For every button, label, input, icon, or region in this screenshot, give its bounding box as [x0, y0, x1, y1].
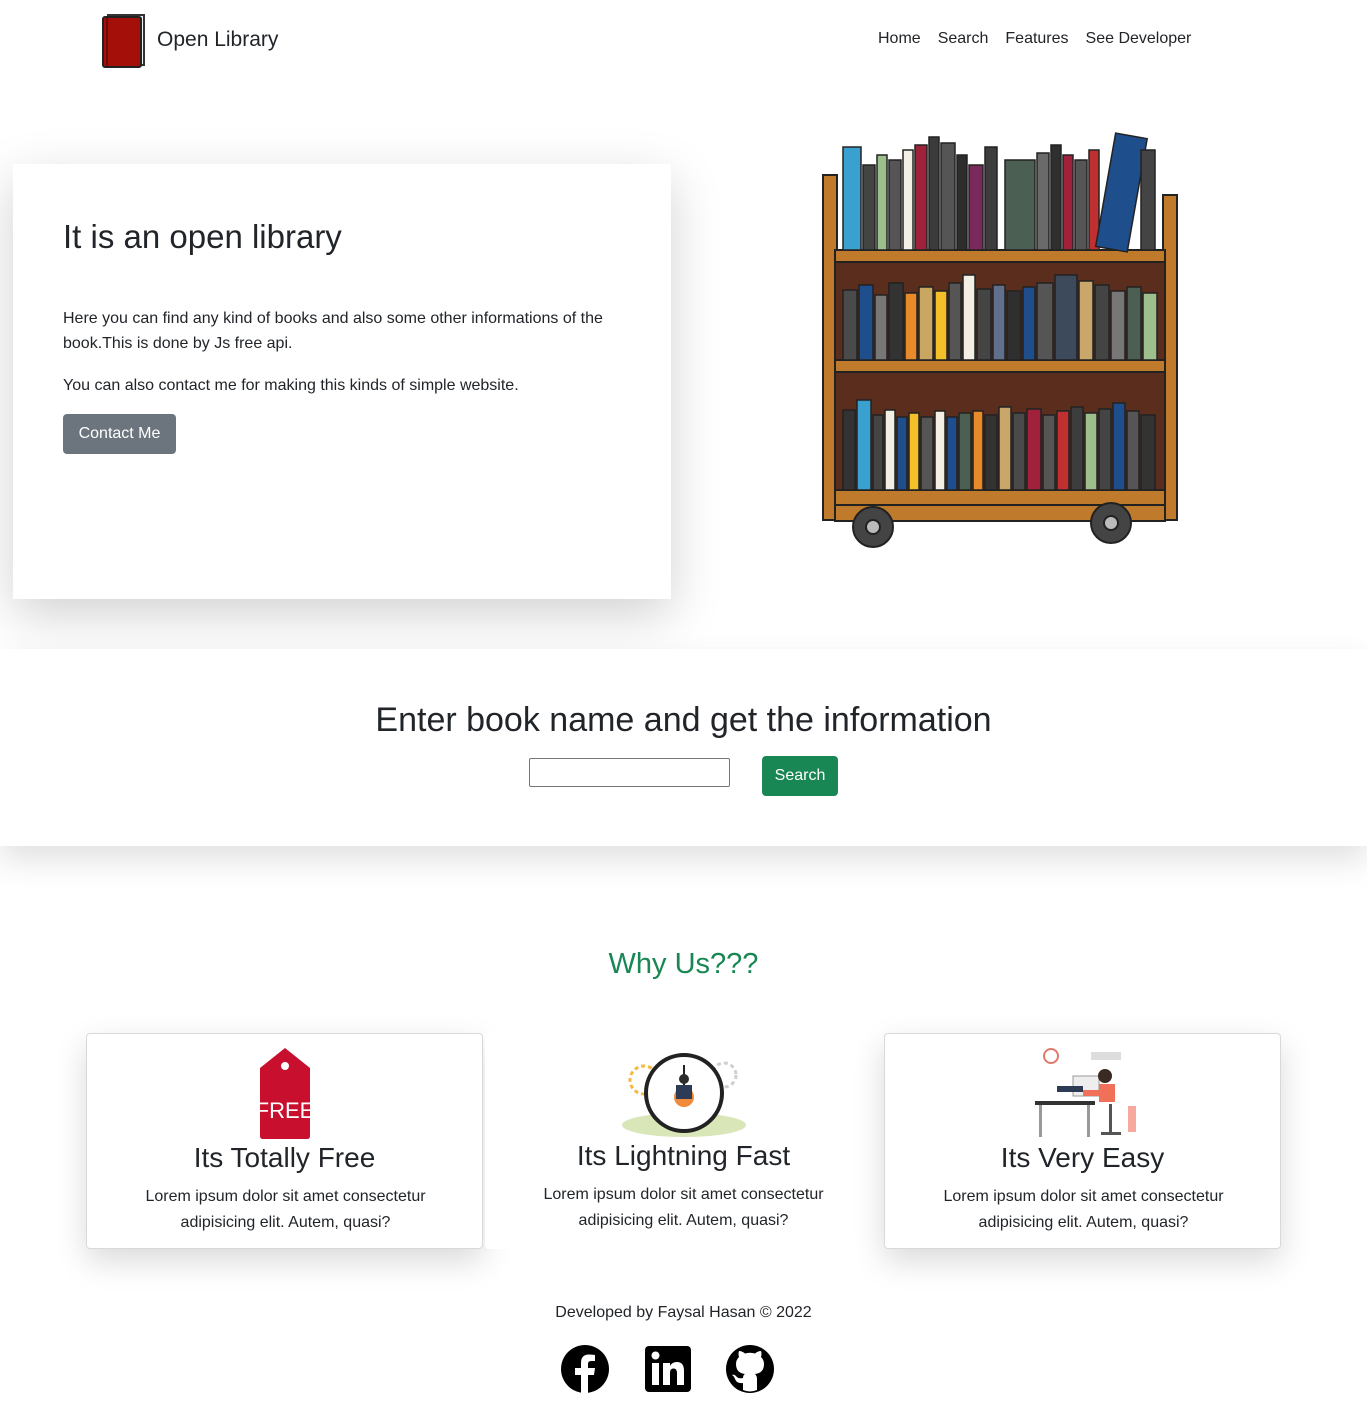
- nav-links: Home Search Features See Developer: [878, 30, 1191, 48]
- linkedin-icon[interactable]: [643, 1344, 693, 1394]
- hero-contact-text: You can also contact me for making this …: [63, 377, 519, 394]
- relaxing-person-icon: [1034, 1048, 1136, 1137]
- github-icon[interactable]: [725, 1344, 775, 1394]
- book-logo-icon: [102, 14, 145, 68]
- feature-text: Lorem ipsum dolor sit amet consectetur a…: [145, 1188, 426, 1231]
- clock-runner-icon: [621, 1053, 746, 1137]
- navbar: Open Library Home Search Features See De…: [0, 0, 1367, 80]
- bookshelf-cart-illustration: [822, 132, 1178, 548]
- search-section: Enter book name and get the information …: [0, 649, 1367, 846]
- feature-title: Its Totally Free: [193, 1142, 376, 1173]
- feature-title: Its Very Easy: [1000, 1142, 1165, 1173]
- feature-text: Lorem ipsum dolor sit amet consectetur a…: [543, 1186, 824, 1229]
- feature-card-fast: Its Lightning Fast Lorem ipsum dolor sit…: [485, 1033, 882, 1249]
- hero-card: It is an open library Here you can find …: [13, 164, 671, 599]
- search-title: Enter book name and get the information: [375, 701, 992, 739]
- nav-home[interactable]: Home: [878, 30, 921, 48]
- contact-me-button[interactable]: Contact Me: [63, 414, 176, 454]
- nav-see-developer[interactable]: See Developer: [1086, 30, 1192, 48]
- svg-text:FREE: FREE: [255, 1098, 314, 1123]
- brand-link[interactable]: Open Library: [100, 12, 278, 68]
- feature-card-free: FREE Its Totally Free Lorem ipsum dolor …: [86, 1033, 483, 1249]
- brand-name: Open Library: [157, 28, 279, 51]
- why-us-title: Why Us???: [608, 948, 759, 980]
- search-button[interactable]: Search: [762, 756, 838, 796]
- facebook-icon[interactable]: [560, 1344, 610, 1394]
- free-tag-icon: FREE: [255, 1048, 314, 1139]
- nav-features[interactable]: Features: [1005, 30, 1068, 48]
- footer-credit: Developed by Faysal Hasan © 2022: [555, 1304, 812, 1321]
- hero-description: Here you can find any kind of books and …: [63, 310, 603, 352]
- feature-text: Lorem ipsum dolor sit amet consectetur a…: [943, 1188, 1224, 1231]
- book-search-input[interactable]: [529, 758, 730, 787]
- hero-title: It is an open library: [63, 218, 342, 255]
- feature-card-easy: Its Very Easy Lorem ipsum dolor sit amet…: [884, 1033, 1281, 1249]
- nav-search[interactable]: Search: [938, 30, 989, 48]
- feature-title: Its Lightning Fast: [576, 1140, 791, 1171]
